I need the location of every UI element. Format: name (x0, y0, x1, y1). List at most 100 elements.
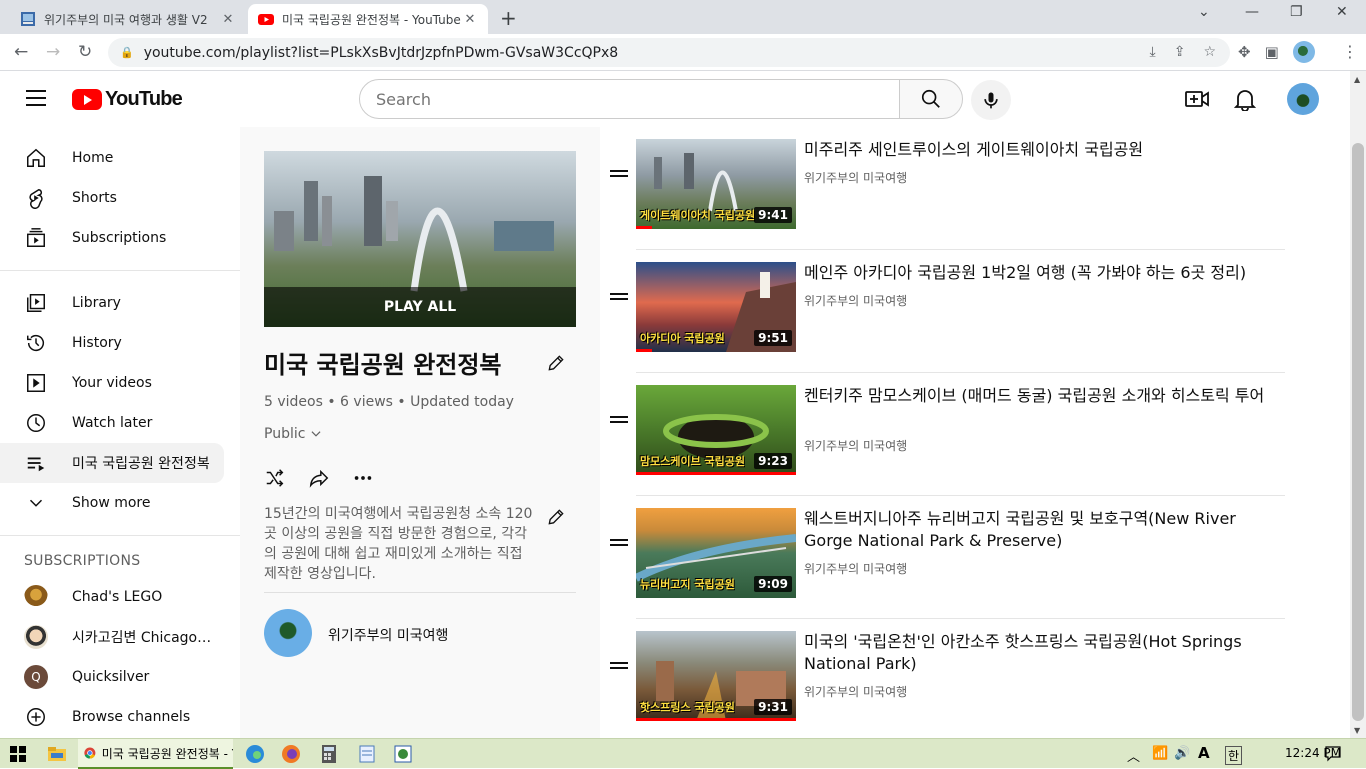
close-tab-icon[interactable]: ✕ (462, 12, 478, 27)
privacy-dropdown[interactable]: Public (264, 426, 323, 442)
extensions-icon[interactable]: ✥ (1238, 43, 1251, 61)
forward-icon[interactable]: → (46, 42, 60, 62)
ime-language-indicator[interactable]: 한 (1225, 746, 1243, 765)
sidebar-item-watch-later[interactable]: Watch later (0, 403, 224, 443)
drag-handle-icon[interactable] (610, 662, 628, 672)
side-panel-icon[interactable]: ▣ (1265, 43, 1279, 61)
owner-avatar[interactable] (264, 609, 312, 657)
youtube-header: YouTube Search (0, 71, 1350, 127)
bookmark-star-icon[interactable]: ☆ (1203, 44, 1216, 60)
sidebar-item-home[interactable]: Home (0, 138, 224, 178)
playlist-video-row[interactable]: 게이트웨이아치 국립공원 9:41 미주리주 세인트루이스의 게이트웨이아치 국… (600, 127, 1290, 250)
playlist-thumbnail[interactable]: PLAY ALL (264, 151, 576, 327)
account-avatar[interactable] (1287, 83, 1319, 115)
video-thumbnail[interactable]: 뉴리버고지 국립공원 9:09 (636, 508, 796, 598)
video-thumbnail[interactable]: 맘모스케이브 국립공원 9:23 (636, 385, 796, 475)
scrollbar-thumb[interactable] (1352, 143, 1364, 721)
profile-avatar-icon[interactable] (1292, 41, 1315, 63)
sidebar-sub-quicksilver[interactable]: Q Quicksilver (0, 657, 224, 697)
reload-icon[interactable]: ↻ (78, 42, 92, 62)
close-window-icon[interactable]: ✕ (1336, 4, 1348, 20)
video-title[interactable]: 켄터키주 맘모스케이브 (매머드 동굴) 국립공원 소개와 히스토릭 투어 (804, 385, 1284, 407)
video-channel[interactable]: 위기주부의 미국여행 (804, 437, 907, 454)
video-title[interactable]: 웨스트버지니아주 뉴리버고지 국립공원 및 보호구역(New River Gor… (804, 508, 1284, 552)
shuffle-icon[interactable] (264, 467, 286, 489)
privacy-label: Public (264, 426, 306, 442)
new-tab-icon[interactable]: + (500, 6, 517, 30)
sidebar-browse-channels[interactable]: Browse channels (0, 697, 224, 737)
playlist-video-row[interactable]: 맘모스케이브 국립공원 9:23 켄터키주 맘모스케이브 (매머드 동굴) 국립… (600, 373, 1290, 496)
close-tab-icon[interactable]: ✕ (220, 12, 236, 27)
video-thumbnail[interactable]: 핫스프링스 국립공원 9:31 (636, 631, 796, 721)
browser-tab-youtube[interactable]: 미국 국립공원 완전정복 - YouTube ✕ (248, 4, 488, 34)
ime-mode-indicator[interactable]: A (1198, 744, 1210, 762)
paint-app-icon[interactable] (392, 743, 414, 765)
play-all-button[interactable]: PLAY ALL (264, 287, 576, 327)
sidebar-sub-chicagokim[interactable]: 시카고김변 ChicagoKimByun (0, 617, 224, 657)
video-thumbnail[interactable]: 게이트웨이아치 국립공원 9:41 (636, 139, 796, 229)
create-video-icon[interactable] (1184, 87, 1210, 111)
tray-overflow-icon[interactable]: ︿ (1127, 746, 1140, 765)
video-thumbnail[interactable]: 아카디아 국립공원 9:51 (636, 262, 796, 352)
share-icon[interactable]: ⇪ (1174, 44, 1186, 60)
playlist-video-row[interactable]: 아카디아 국립공원 9:51 메인주 아카디아 국립공원 1박2일 여행 (꼭 … (600, 250, 1290, 373)
address-bar[interactable]: 🔒 youtube.com/playlist?list=PLskXsBvJtdr… (108, 38, 1230, 67)
file-explorer-icon[interactable] (46, 743, 68, 765)
browser-tab-blog[interactable]: 위기주부의 미국 여행과 생활 V2 ✕ (10, 4, 246, 34)
tab-search-icon[interactable]: ⌄ (1198, 4, 1210, 20)
sidebar-item-history[interactable]: History (0, 323, 224, 363)
more-actions-icon[interactable] (352, 467, 374, 489)
voice-search-button[interactable] (971, 80, 1011, 120)
playlist-owner-name[interactable]: 위기주부의 미국여행 (328, 625, 448, 645)
drag-handle-icon[interactable] (610, 416, 628, 426)
share-arrow-icon[interactable] (308, 467, 330, 489)
sidebar-item-library[interactable]: Library (0, 283, 224, 323)
sidebar-item-playlist[interactable]: 미국 국립공원 완전정복 (0, 443, 224, 483)
scroll-down-icon[interactable]: ▼ (1354, 726, 1360, 735)
drag-handle-icon[interactable] (610, 170, 628, 180)
youtube-logo[interactable]: YouTube (72, 88, 183, 111)
subscriptions-heading: SUBSCRIPTIONS (24, 553, 141, 569)
notifications-icon[interactable] (1325, 746, 1341, 762)
video-channel[interactable]: 위기주부의 미국여행 (804, 169, 907, 186)
sidebar-item-subscriptions[interactable]: Subscriptions (0, 218, 224, 258)
edit-title-pencil-icon[interactable] (546, 353, 566, 373)
sidebar-item-show-more[interactable]: Show more (0, 483, 224, 523)
sidebar-item-your-videos[interactable]: Your videos (0, 363, 224, 403)
sidebar-sub-chads-lego[interactable]: Chad's LEGO (0, 577, 224, 617)
edit-description-pencil-icon[interactable] (546, 507, 566, 527)
restore-icon[interactable]: ❐ (1290, 4, 1303, 20)
guide-menu-icon[interactable] (26, 90, 46, 111)
firefox-icon[interactable] (280, 743, 302, 765)
sidebar-item-label: Shorts (72, 190, 117, 206)
calculator-icon[interactable] (318, 743, 340, 765)
drag-handle-icon[interactable] (610, 293, 628, 303)
video-channel[interactable]: 위기주부의 미국여행 (804, 683, 907, 700)
notifications-bell-icon[interactable] (1234, 87, 1256, 111)
url-text: youtube.com/playlist?list=PLskXsBvJtdrJz… (143, 44, 619, 61)
video-duration: 9:09 (754, 576, 792, 592)
page-scrollbar[interactable]: ▲ ▼ (1350, 71, 1366, 738)
video-title[interactable]: 미주리주 세인트루이스의 게이트웨이아치 국립공원 (804, 139, 1284, 161)
video-title[interactable]: 메인주 아카디아 국립공원 1박2일 여행 (꼭 가봐야 하는 6곳 정리) (804, 262, 1284, 284)
install-icon[interactable]: ⤓ (1150, 44, 1156, 60)
search-input[interactable]: Search (359, 79, 900, 119)
sidebar-item-shorts[interactable]: Shorts (0, 178, 224, 218)
chrome-menu-icon[interactable]: ⋮ (1342, 42, 1358, 61)
search-button[interactable] (899, 79, 963, 119)
volume-icon[interactable]: 🔊 (1174, 746, 1190, 761)
wifi-icon[interactable]: 📶 (1152, 746, 1168, 761)
playlist-video-row[interactable]: 뉴리버고지 국립공원 9:09 웨스트버지니아주 뉴리버고지 국립공원 및 보호… (600, 496, 1290, 619)
minimize-icon[interactable]: — (1245, 4, 1259, 20)
playlist-video-row[interactable]: 핫스프링스 국립공원 9:31 미국의 '국립온천'인 아칸소주 핫스프링스 국… (600, 619, 1290, 742)
video-title[interactable]: 미국의 '국립온천'인 아칸소주 핫스프링스 국립공원(Hot Springs … (804, 631, 1284, 675)
edge-icon[interactable] (244, 743, 266, 765)
drag-handle-icon[interactable] (610, 539, 628, 549)
taskbar-chrome-window[interactable]: 미국 국립공원 완전정복 - YouTube (78, 739, 233, 769)
scroll-up-icon[interactable]: ▲ (1354, 75, 1360, 84)
notepad-icon[interactable] (356, 743, 378, 765)
video-channel[interactable]: 위기주부의 미국여행 (804, 292, 907, 309)
back-icon[interactable]: ← (14, 42, 28, 62)
windows-start-icon[interactable] (10, 746, 26, 762)
video-channel[interactable]: 위기주부의 미국여행 (804, 560, 907, 577)
